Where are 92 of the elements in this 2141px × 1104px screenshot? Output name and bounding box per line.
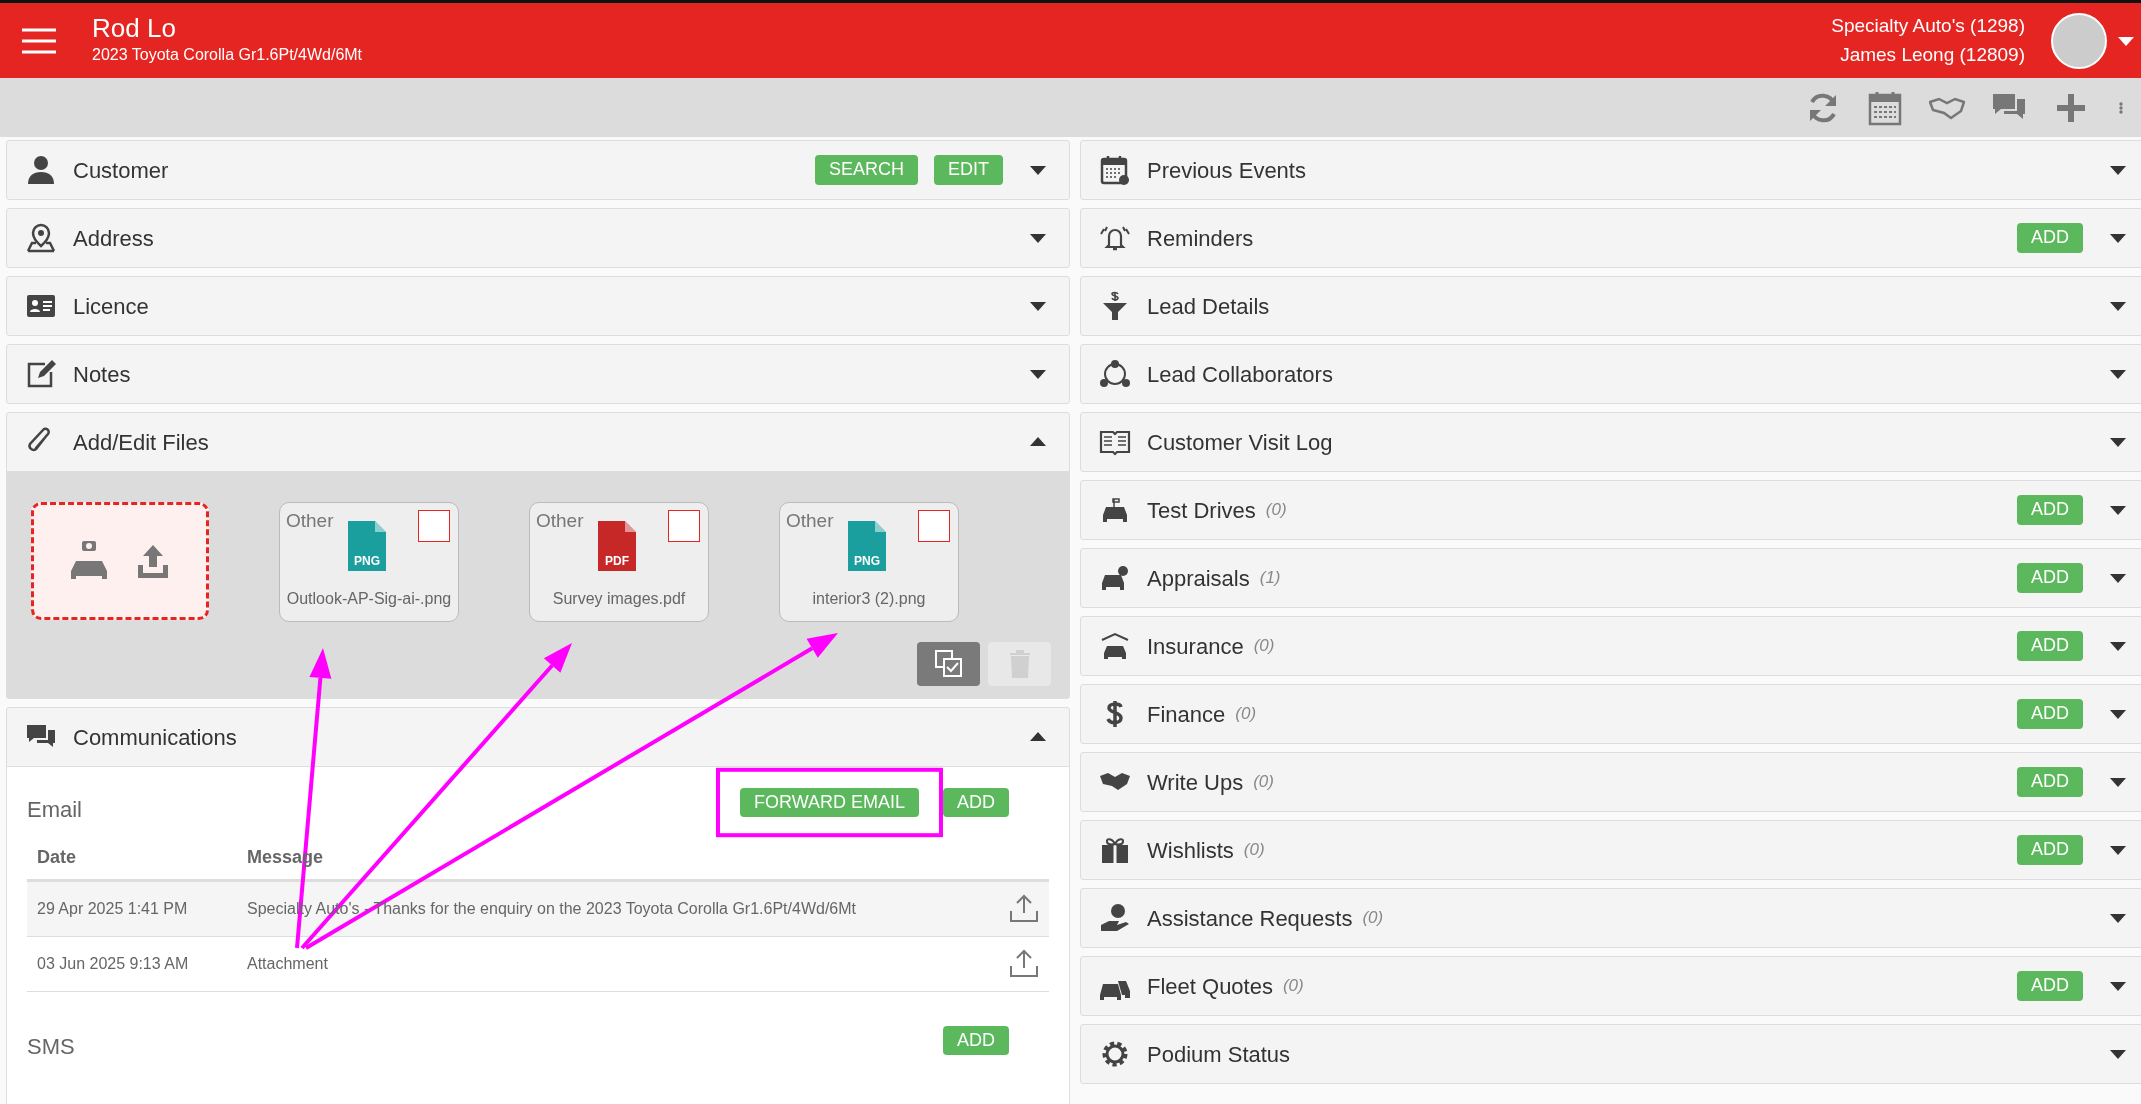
panel-title[interactable]: Licence: [73, 289, 149, 323]
upload-icon[interactable]: [135, 543, 171, 579]
caret-down-icon[interactable]: [2109, 1048, 2127, 1060]
car-icon: [1099, 563, 1131, 593]
panel-title[interactable]: Customer: [73, 153, 169, 187]
file-category: Other: [786, 509, 834, 533]
upload-dropzone[interactable]: [31, 502, 209, 620]
trash-icon: [1008, 650, 1031, 678]
caret-down-icon[interactable]: [2109, 980, 2127, 992]
caret-up-icon[interactable]: [1029, 731, 1047, 743]
panel-title[interactable]: Assistance Requests: [1147, 901, 1353, 935]
caret-down-icon[interactable]: [2109, 504, 2127, 516]
date-cell: 03 Jun 2025 9:13 AM: [37, 955, 189, 972]
item-count: (0): [1265, 499, 1287, 522]
check-copy-icon: [933, 649, 964, 679]
file-category: Other: [536, 509, 584, 533]
gift-icon: [1099, 835, 1131, 865]
file-category: Other: [286, 509, 334, 533]
caret-down-icon[interactable]: [1029, 232, 1047, 244]
caret-down-icon[interactable]: [2109, 640, 2127, 652]
item-count: (0): [1253, 635, 1275, 658]
panel-title[interactable]: Notes: [73, 357, 131, 391]
file-icon: PNG: [848, 521, 886, 571]
person-icon: [25, 155, 57, 185]
account-line: James Leong (12809): [1839, 42, 2025, 67]
section-title: SMS: [27, 1033, 75, 1061]
item-count: (0): [1253, 771, 1274, 794]
caret-down-icon[interactable]: [2109, 232, 2127, 244]
panel-title[interactable]: Lead Details: [1147, 289, 1270, 323]
vehicle-subtitle: 2023 Toyota Corolla Gr1.6Pt/4Wd/6Mt: [92, 44, 363, 65]
item-count: (1): [1259, 567, 1281, 590]
panel-title[interactable]: Address: [73, 221, 154, 255]
people-circle-icon: [1099, 359, 1131, 389]
hand-coin-icon: [1099, 903, 1131, 933]
date-cell: 29 Apr 2025 1:41 PM: [37, 900, 188, 917]
message-cell: Attachment: [247, 955, 328, 972]
panel-title[interactable]: Reminders: [1147, 221, 1254, 255]
panel-title[interactable]: Communications: [73, 720, 237, 754]
file-name: Survey images.pdf: [551, 589, 687, 609]
caret-down-icon[interactable]: [1029, 300, 1047, 312]
export-icon[interactable]: [1009, 894, 1039, 924]
panel-title[interactable]: Insurance: [1147, 629, 1244, 663]
caret-down-icon[interactable]: [2109, 912, 2127, 924]
account-line: Specialty Auto's (1298): [1831, 14, 2025, 38]
calendar-icon[interactable]: [1867, 89, 1903, 126]
panel-title[interactable]: Lead Collaborators: [1147, 357, 1333, 391]
caret-down-icon[interactable]: [2109, 776, 2127, 788]
customer-name: Rod Lo: [92, 14, 177, 43]
file-name: interior3 (2).png: [811, 589, 927, 609]
panel-title[interactable]: Fleet Quotes: [1147, 969, 1273, 1003]
caret-down-icon[interactable]: [2109, 844, 2127, 856]
caret-down-icon[interactable]: [2109, 300, 2127, 312]
column-header: Date: [37, 847, 76, 867]
export-icon[interactable]: [1009, 949, 1039, 979]
item-count: (0): [1362, 907, 1384, 930]
panel-title[interactable]: Finance: [1147, 697, 1226, 731]
checkbox[interactable]: [668, 510, 700, 542]
caret-up-icon[interactable]: [1029, 436, 1047, 448]
panel-title[interactable]: Write Ups: [1147, 765, 1244, 799]
checkbox[interactable]: [418, 510, 450, 542]
item-count: (0): [1235, 703, 1257, 726]
car-icon: [1099, 631, 1131, 661]
file-icon: PNG: [348, 521, 386, 571]
caret-down-icon[interactable]: [2109, 368, 2127, 380]
panel-title[interactable]: Customer Visit Log: [1147, 425, 1333, 459]
panel-title[interactable]: Appraisals: [1147, 561, 1250, 595]
file-icon: PDF: [598, 521, 636, 571]
caret-down-icon[interactable]: [2109, 436, 2127, 448]
caret-down-icon[interactable]: [1029, 164, 1047, 176]
panel-title[interactable]: Previous Events: [1147, 153, 1306, 187]
panel-title[interactable]: Wishlists: [1147, 833, 1234, 867]
caret-down-icon[interactable]: [1029, 368, 1047, 380]
panel-title[interactable]: Test Drives: [1147, 493, 1256, 527]
file-name: Outlook-AP-Sig-ai-.png: [285, 589, 453, 609]
menu-icon[interactable]: [22, 27, 56, 54]
caret-down-icon[interactable]: [2109, 164, 2127, 176]
map-pin-icon: [25, 223, 57, 253]
edit-note-icon: [25, 359, 57, 389]
caret-down-icon[interactable]: [2109, 708, 2127, 720]
item-count: (0): [1243, 839, 1265, 862]
section-title: Email: [27, 796, 82, 824]
checkbox[interactable]: [918, 510, 950, 542]
select-all-button[interactable]: [917, 642, 980, 686]
item-count: (0): [1282, 975, 1304, 998]
panel-title[interactable]: Add/Edit Files: [73, 425, 209, 459]
caret-down-icon[interactable]: [2109, 572, 2127, 584]
file-card[interactable]: Other PNG Outlook-AP-Sig-ai-.png: [279, 502, 459, 622]
calendar-icon: [1099, 155, 1131, 185]
file-card[interactable]: Other PNG interior3 (2).png: [779, 502, 959, 622]
panel-title[interactable]: Podium Status: [1147, 1037, 1291, 1071]
avatar[interactable]: [2051, 12, 2107, 69]
file-card[interactable]: Other PDF Survey images.pdf: [529, 502, 709, 622]
